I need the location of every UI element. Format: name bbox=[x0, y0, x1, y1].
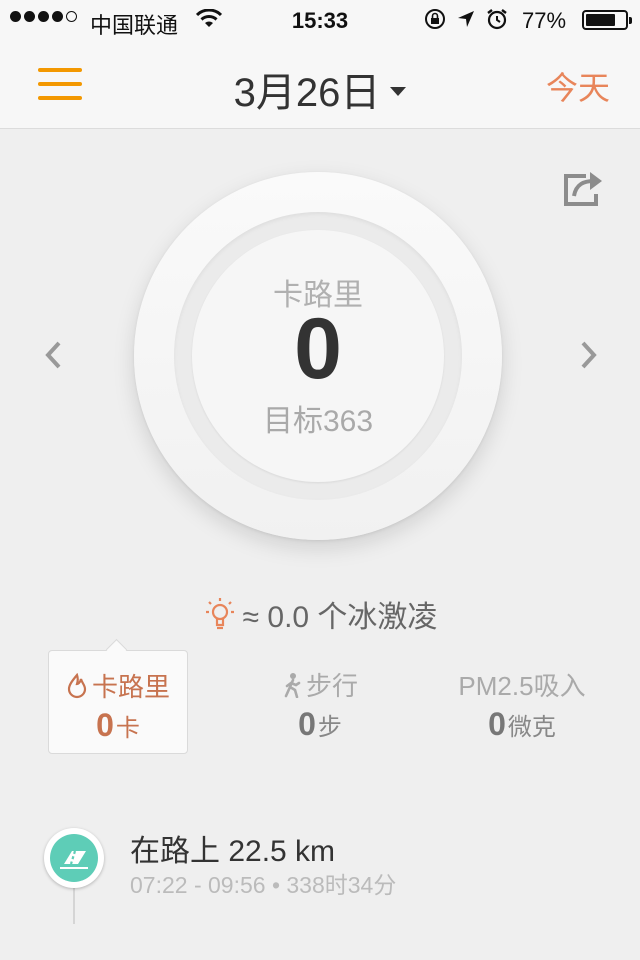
stat-unit-pm25: 微克 bbox=[507, 714, 556, 741]
next-day-button[interactable] bbox=[578, 338, 600, 377]
calorie-goal: 目标363 bbox=[262, 405, 374, 438]
equivalent-text: ≈ 0.0 个冰激凌 bbox=[242, 601, 438, 634]
stat-tab-calories[interactable]: 卡路里 0卡 bbox=[48, 650, 188, 754]
stat-tab-walking[interactable]: 步行 0步 bbox=[250, 650, 390, 754]
stat-unit-calories: 卡 bbox=[115, 715, 140, 742]
lightbulb-icon bbox=[205, 598, 234, 630]
status-bar: 中国联通 15:33 77% bbox=[0, 0, 640, 40]
walker-icon bbox=[284, 672, 301, 698]
activity-time-range: 07:22 - 09:56 • 338时34分 bbox=[130, 872, 397, 898]
menu-button[interactable] bbox=[38, 68, 84, 104]
previous-day-button[interactable] bbox=[42, 338, 64, 377]
stat-value-calories: 0 bbox=[96, 707, 114, 743]
chevron-right-icon bbox=[581, 341, 597, 369]
stat-tab-pm25[interactable]: PM2.5吸入 0微克 bbox=[452, 650, 592, 754]
date-label: 3月26日 bbox=[233, 71, 381, 115]
stat-value-walking: 0 bbox=[298, 706, 316, 742]
flame-icon bbox=[67, 672, 87, 698]
share-icon bbox=[564, 172, 602, 206]
caret-down-icon bbox=[390, 86, 407, 96]
stat-value-pm25: 0 bbox=[488, 706, 506, 742]
rotation-lock-icon bbox=[424, 8, 446, 36]
location-arrow-icon bbox=[456, 9, 476, 35]
battery-icon bbox=[582, 10, 632, 30]
alarm-clock-icon bbox=[486, 8, 508, 36]
nav-bar: 3月26日 今天 bbox=[0, 40, 640, 129]
today-button[interactable]: 今天 bbox=[546, 63, 610, 109]
activity-title[interactable]: 在路上 22.5 km bbox=[130, 826, 335, 870]
stat-title-calories: 卡路里 bbox=[91, 672, 170, 702]
battery-percent: 77% bbox=[522, 8, 567, 33]
date-selector[interactable]: 3月26日 bbox=[234, 60, 407, 118]
stat-title-pm25: PM2.5吸入 bbox=[458, 671, 586, 701]
calorie-value: 0 bbox=[294, 301, 342, 397]
activity-marker[interactable] bbox=[44, 828, 104, 888]
stat-title-walking: 步行 bbox=[305, 671, 358, 701]
share-button[interactable] bbox=[560, 168, 606, 215]
stat-unit-walking: 步 bbox=[317, 714, 342, 741]
chevron-left-icon bbox=[45, 341, 61, 369]
road-icon bbox=[60, 850, 88, 869]
